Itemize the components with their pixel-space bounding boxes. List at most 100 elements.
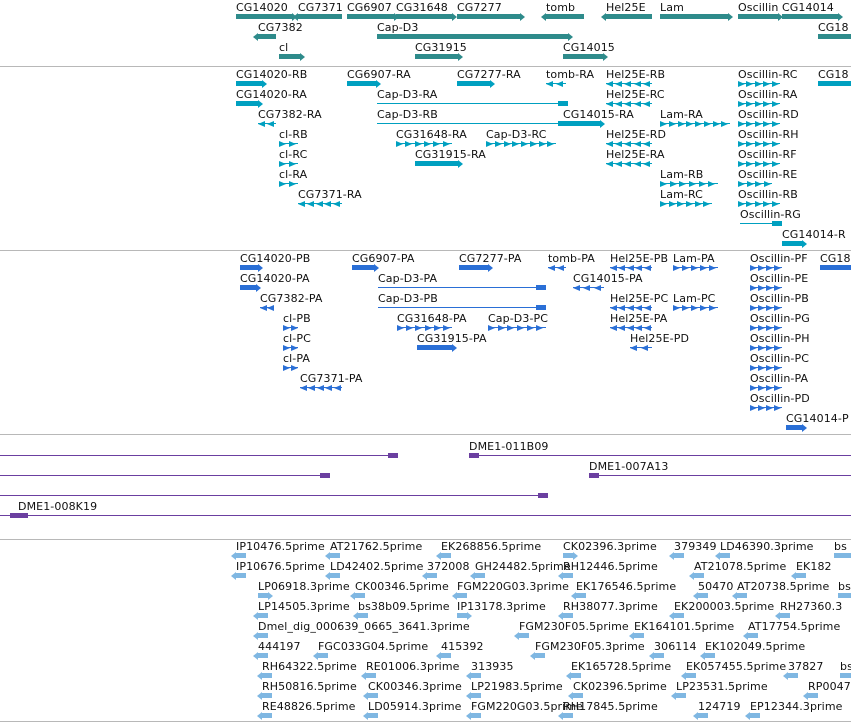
feature-label: GH24482.5prime: [475, 560, 571, 573]
feature-label: CG18: [818, 21, 849, 34]
feature-bar: [654, 653, 664, 658]
exon-arrow: [615, 141, 623, 147]
feature-bar: [634, 633, 644, 638]
exon-arrow: [548, 265, 555, 271]
exon-arrow: [750, 305, 757, 311]
exon-arrow: [433, 141, 441, 147]
strand-arrow: [325, 552, 330, 560]
exon-arrow: [721, 121, 729, 127]
feature-label: Hel25E-RC: [606, 88, 665, 101]
exon-arrow: [615, 161, 623, 167]
exon-arrow: [279, 181, 286, 187]
exon-arrow: [700, 305, 707, 311]
exon-arrow: [755, 181, 762, 187]
feature-bar: [563, 54, 603, 59]
exon-arrow: [668, 121, 676, 127]
feature-label: CG14020-PB: [240, 252, 311, 265]
feature-bar: [236, 573, 246, 578]
feature-bar: [441, 553, 451, 558]
exon-arrow: [633, 81, 641, 87]
exon-arrow: [414, 141, 422, 147]
feature-end-block: [772, 221, 782, 226]
strand-arrow: [802, 240, 807, 248]
feature-label: RH50816.5prime: [262, 680, 357, 693]
feature-label: Lam-PC: [673, 292, 716, 305]
exon-arrow: [660, 121, 667, 127]
exon-arrow: [763, 101, 771, 107]
feature-label: CG18: [818, 68, 849, 81]
feature-label: bs38b09.5prime: [358, 600, 450, 613]
exon-arrow: [766, 265, 773, 271]
feature-label: CG31648-PA: [397, 312, 467, 325]
strand-arrow: [268, 592, 273, 600]
exon-arrow: [763, 201, 771, 207]
feature-bar: [737, 593, 747, 598]
feature-label: CG18: [820, 252, 851, 265]
exon-arrow: [642, 141, 650, 147]
feature-label: Oscillin-PE: [750, 272, 809, 285]
feature-label: Oscillin: [738, 1, 779, 14]
strand-arrow: [728, 13, 733, 21]
strand-arrow: [669, 612, 674, 620]
feature-label: RE48826.5prime: [262, 700, 356, 713]
exon-arrow: [521, 141, 528, 147]
feature-label: Hel25E-RD: [606, 128, 667, 141]
feature-bar: [573, 693, 583, 698]
exon-arrow: [618, 305, 626, 311]
exon-arrow: [433, 325, 441, 331]
feature-line: [18, 515, 851, 516]
exon-arrow: [660, 201, 667, 207]
exon-arrow: [682, 305, 689, 311]
exon-arrow: [771, 81, 779, 87]
exon-arrow: [771, 101, 779, 107]
exon-arrow: [774, 385, 781, 391]
exon-arrow: [763, 181, 771, 187]
exon-arrow: [556, 81, 563, 87]
strand-arrow: [603, 53, 608, 61]
protein-track: CG14020-PB CG6907-PA CG7277-PA tomb-PA Hel25…: [0, 251, 851, 435]
strand-arrow: [458, 53, 463, 61]
feature-label: Oscillin-RG: [740, 208, 801, 221]
feature-bar: [563, 573, 573, 578]
exon-arrow: [442, 325, 450, 331]
exon-arrow: [497, 325, 505, 331]
feature-label: Oscillin-PA: [750, 372, 809, 385]
exon-arrow: [766, 345, 773, 351]
feature-label: FGM230F05.5prime: [519, 620, 629, 633]
strand-arrow: [669, 552, 674, 560]
feature-label: Oscillin-RE: [738, 168, 798, 181]
feature-label: CG31915-RA: [415, 148, 486, 161]
feature-label: Cap-D3-RA: [377, 88, 438, 101]
exon-arrow: [486, 141, 493, 147]
feature-bar: [780, 613, 790, 618]
exon-arrow: [325, 385, 333, 391]
exon-arrow: [308, 385, 316, 391]
feature-label: IP10476.5prime: [236, 540, 325, 553]
feature-label: RH12446.5prime: [563, 560, 658, 573]
feature-label: CK02396.5prime: [573, 680, 667, 693]
feature-label: 379349: [674, 540, 717, 553]
exon-arrow: [763, 81, 771, 87]
exon-arrow: [643, 325, 651, 331]
feature-bar: [818, 81, 851, 86]
feature-label: 306114: [654, 640, 697, 653]
feature-label: FGM230F05.3prime: [535, 640, 645, 653]
feature-bar: [298, 14, 342, 19]
feature-line: [589, 475, 851, 476]
feature-label: LP14505.3prime: [258, 600, 350, 613]
feature-label: 444197: [258, 640, 301, 653]
exon-arrow: [536, 325, 544, 331]
feature-label: tomb: [546, 1, 576, 14]
exon-arrow: [695, 121, 702, 127]
feature-label: EK164101.5prime: [634, 620, 735, 633]
feature-end-block: [536, 305, 546, 310]
exon-arrow: [738, 141, 745, 147]
feature-label: bs: [834, 540, 847, 553]
feature-label: 124719: [698, 700, 741, 713]
strand-arrow: [558, 712, 563, 720]
strand-arrow: [775, 612, 780, 620]
feature-bar: [236, 101, 258, 106]
exon-arrow: [738, 201, 745, 207]
feature-label: cl-RC: [279, 148, 308, 161]
exon-arrow: [642, 81, 650, 87]
